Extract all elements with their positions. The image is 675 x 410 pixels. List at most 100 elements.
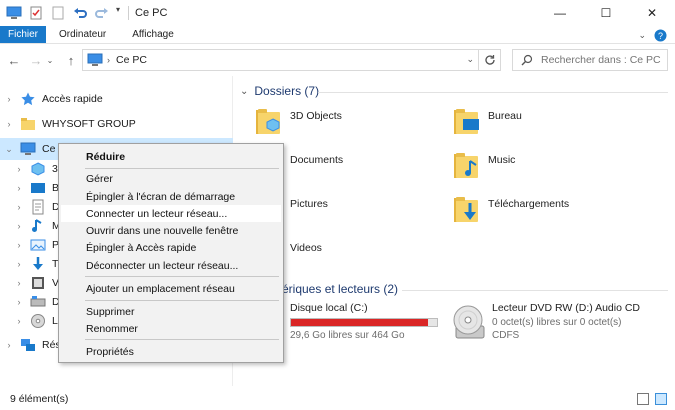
menu-item-deconnecter-lecteur-reseau[interactable]: Déconnecter un lecteur réseau... [61,257,281,274]
menu-item-epingler-acces-rapide[interactable]: Épingler à Accès rapide [61,239,281,256]
drive-info: Lecteur DVD RW (D:) Audio CD 0 octet(s) … [492,302,640,341]
nav-item-label: Accès rapide [42,93,103,105]
menu-separator [85,276,279,277]
quick-access-toolbar: ▾ [0,0,124,26]
dvd-icon [30,313,46,329]
menu-item-connecter-lecteur-reseau[interactable]: Connecter un lecteur réseau... [61,205,281,222]
tab-affichage[interactable]: Affichage [119,26,187,43]
tiles-view-icon[interactable] [655,393,667,405]
collapse-icon[interactable]: ⌄ [4,144,14,155]
drive-usage-fill [291,319,428,326]
expand-icon[interactable]: › [14,297,24,307]
expand-icon[interactable]: › [14,183,24,193]
address-bar[interactable]: › Ce PC ⌄ [82,49,501,71]
computer-icon [87,53,103,67]
menu-item-ajouter-emplacement-reseau[interactable]: Ajouter un emplacement réseau [61,280,281,297]
expand-ribbon-icon[interactable]: ⌄ [638,30,646,41]
menu-item-proprietes[interactable]: Propriétés [61,343,281,360]
desktop-icon [30,180,46,196]
expand-icon[interactable]: › [14,202,24,212]
search-icon [521,54,533,66]
music-icon [30,218,46,234]
window-controls: — ☐ ✕ [537,0,675,26]
downloads-folder-icon [454,194,482,226]
downloads-icon [30,256,46,272]
content-area: ⌄ Dossiers (7) 3D Objects Bureau Documen… [234,76,675,386]
customize-toolbar-icon[interactable]: ▾ [116,5,124,21]
svg-text:?: ? [658,31,663,41]
drive-free-space: 29,6 Go libres sur 464 Go [290,330,405,341]
close-button[interactable]: ✕ [629,0,675,26]
breadcrumb[interactable]: Ce PC [116,54,147,66]
drives-section-header[interactable]: ériques et lecteurs (2) [282,282,398,296]
refresh-icon[interactable] [478,50,500,70]
expand-icon[interactable]: › [14,240,24,250]
folder-music[interactable]: Music [454,150,515,182]
expand-icon[interactable]: › [14,164,24,174]
folder-3d-objects[interactable]: 3D Objects [256,106,342,138]
menu-item-supprimer[interactable]: Supprimer [61,303,281,320]
collapse-section-icon[interactable]: ⌄ [240,86,248,97]
expand-icon[interactable]: › [14,316,24,326]
properties-icon[interactable] [28,5,44,21]
context-menu: Réduire Gérer Épingler à l'écran de déma… [58,143,284,363]
menu-separator [85,168,279,169]
drive-free-space: 0 octet(s) libres sur 0 octet(s) [492,317,622,328]
nav-item-whysoft-group[interactable]: › WHYSOFT GROUP [0,113,233,135]
expand-icon[interactable]: › [14,221,24,231]
minimize-button[interactable]: — [537,0,583,26]
drive-usage-bar [290,318,438,327]
menu-item-ouvrir-nouvelle-fenetre[interactable]: Ouvrir dans une nouvelle fenêtre [61,222,281,239]
help-icon[interactable]: ? [654,29,667,42]
menu-item-reduire[interactable]: Réduire [61,148,281,165]
chevron-right-icon[interactable]: › [107,55,110,65]
ribbon-tabs: Fichier Ordinateur Affichage ⌄ ? [0,26,675,44]
drive-lecteur-dvd[interactable]: Lecteur DVD RW (D:) Audio CD 0 octet(s) … [452,302,640,342]
menu-separator [85,339,279,340]
forward-icon[interactable]: → [26,50,46,70]
computer-icon[interactable] [6,5,22,21]
new-folder-icon[interactable] [50,5,66,21]
nav-item-acces-rapide[interactable]: › Accès rapide [0,88,233,110]
back-icon[interactable]: ← [4,50,24,70]
drives-header-label: ériques et lecteurs (2) [282,282,399,296]
expand-icon[interactable]: › [14,259,24,269]
menu-item-gerer[interactable]: Gérer [61,170,281,187]
folders-section-header[interactable]: ⌄ Dossiers (7) [240,84,319,98]
title-separator [128,6,129,20]
expand-icon[interactable]: › [4,119,14,129]
expand-icon[interactable]: › [4,94,14,104]
pictures-icon [30,237,46,253]
drive-info: Disque local (C:) 29,6 Go libres sur 464… [290,302,438,341]
star-icon [20,91,36,107]
drive-icon [30,294,46,310]
section-divider [402,290,668,291]
recent-locations-icon[interactable]: ⌄ [45,50,55,70]
up-icon[interactable]: ↑ [61,50,81,70]
address-dropdown-icon[interactable]: ⌄ [466,54,474,65]
menu-item-renommer[interactable]: Renommer [61,320,281,337]
search-box[interactable] [512,49,668,71]
folder-label: Pictures [290,198,328,210]
menu-item-epingler-demarrage[interactable]: Épingler à l'écran de démarrage [61,188,281,205]
drive-label: Lecteur DVD RW (D:) Audio CD [492,302,641,314]
search-input[interactable] [541,54,661,66]
expand-icon[interactable]: › [4,340,14,350]
computer-icon [20,141,36,157]
folders-header-label: Dossiers (7) [254,84,320,98]
folder-bureau[interactable]: Bureau [454,106,522,138]
3d-objects-folder-icon [256,106,284,138]
maximize-button[interactable]: ☐ [583,0,629,26]
section-divider [318,92,668,93]
folder-telechargements[interactable]: Téléchargements [454,194,569,226]
undo-icon[interactable] [72,5,88,21]
expand-icon[interactable]: › [14,278,24,288]
tab-fichier[interactable]: Fichier [0,26,47,43]
menu-separator [85,300,279,301]
documents-icon [30,199,46,215]
item-count: 9 élément(s) [10,393,69,405]
redo-icon[interactable] [94,5,110,21]
folder-label: Bureau [488,110,522,122]
details-view-icon[interactable] [637,393,649,405]
tab-ordinateur[interactable]: Ordinateur [46,26,119,43]
